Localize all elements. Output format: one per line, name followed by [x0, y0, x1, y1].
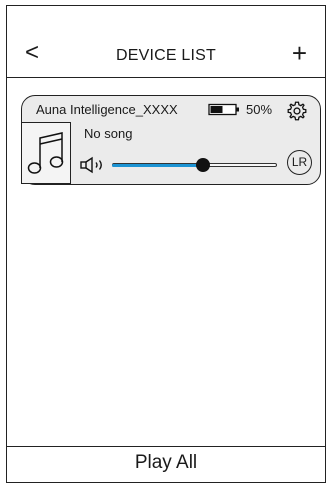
- battery-icon: [208, 103, 239, 116]
- channel-lr-button[interactable]: LR: [287, 150, 312, 175]
- music-note-icon: [27, 132, 64, 174]
- speaker-icon[interactable]: [79, 156, 111, 174]
- device-card[interactable]: Auna Intelligence_XXXX 50% No song LR: [21, 95, 321, 185]
- add-device-button[interactable]: +: [292, 40, 307, 66]
- volume-thumb[interactable]: [195, 158, 210, 172]
- song-title: No song: [84, 126, 133, 141]
- gear-icon[interactable]: [286, 100, 308, 122]
- device-name: Auna Intelligence_XXXX: [36, 102, 178, 117]
- header-bar: < DEVICE LIST +: [7, 6, 325, 78]
- play-all-button[interactable]: Play All: [7, 446, 325, 482]
- album-art[interactable]: [21, 122, 71, 184]
- page-title: DEVICE LIST: [115, 47, 216, 64]
- battery-percentage: 50%: [246, 102, 273, 117]
- volume-slider[interactable]: [112, 156, 277, 174]
- app-frame: < DEVICE LIST + Auna Intelligence_XXXX 5…: [6, 5, 326, 483]
- volume-fill: [112, 164, 203, 167]
